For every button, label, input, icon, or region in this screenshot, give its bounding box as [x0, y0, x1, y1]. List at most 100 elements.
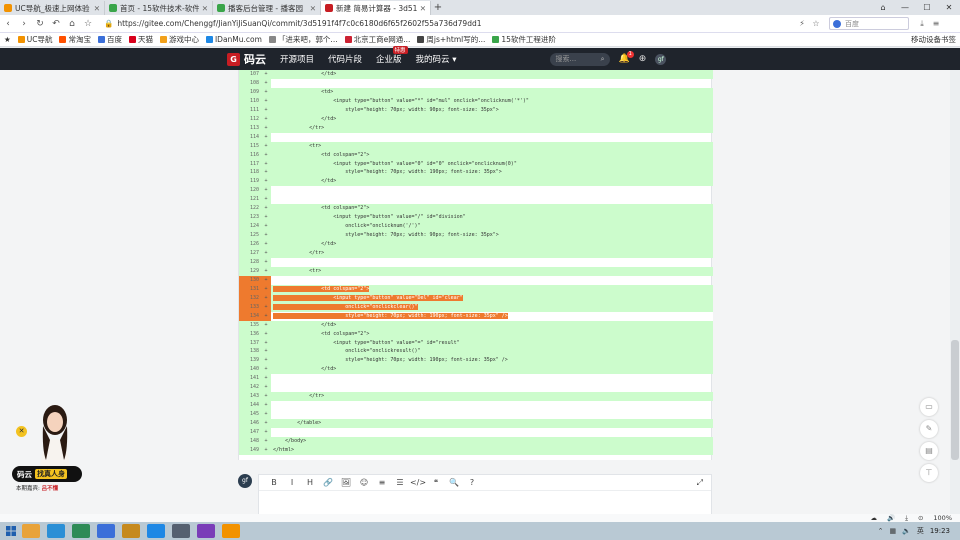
line-number[interactable]: 138	[239, 347, 261, 357]
line-number[interactable]: 122	[239, 204, 261, 214]
tray-volume-icon[interactable]: 🔈	[902, 527, 911, 535]
bell-icon[interactable]: 🔔 1	[619, 51, 634, 64]
clock[interactable]: 19:23	[930, 527, 950, 535]
link-icon[interactable]: 🔗	[319, 478, 337, 487]
line-number[interactable]: 120	[239, 186, 261, 196]
bookmark-item[interactable]: 15软件工程进阶	[492, 34, 556, 45]
line-number[interactable]: 136	[239, 329, 261, 339]
bookmark-item[interactable]: 「进来吧，郭个...	[268, 34, 338, 45]
line-number[interactable]: 118	[239, 168, 261, 178]
unordered-list-icon[interactable]: ≡	[373, 478, 391, 487]
line-number[interactable]: 117	[239, 159, 261, 169]
status-cloud-icon[interactable]: ☁	[870, 514, 877, 522]
windows-start-icon[interactable]	[0, 522, 22, 540]
italic-icon[interactable]: I	[283, 478, 301, 487]
close-icon[interactable]: ✕	[16, 426, 27, 437]
line-number[interactable]: 141	[239, 374, 261, 384]
line-number[interactable]: 121	[239, 195, 261, 205]
taskbar-app-folder-icon[interactable]	[22, 524, 40, 538]
taskbar-app-java-icon[interactable]	[122, 524, 140, 538]
star-icon[interactable]: ☆	[80, 19, 96, 29]
line-number[interactable]: 143	[239, 392, 261, 402]
download-icon[interactable]: ⤓	[915, 19, 929, 29]
edit-icon[interactable]: ✎	[920, 420, 938, 438]
browser-tab[interactable]: 播客后台管理 - 播客园 ✕	[213, 1, 321, 15]
line-number[interactable]: 142	[239, 383, 261, 393]
line-number[interactable]: 133	[239, 302, 261, 312]
code-icon[interactable]: </>	[409, 478, 427, 487]
taskbar-app-gear-icon[interactable]	[172, 524, 190, 538]
status-zoom-icon[interactable]: ⊙	[918, 514, 923, 522]
line-number[interactable]: 115	[239, 141, 261, 151]
tray-up-icon[interactable]: ⌃	[878, 527, 884, 535]
line-number[interactable]: 112	[239, 114, 261, 124]
gitee-logo[interactable]: G 码云	[227, 51, 266, 67]
gitee-search-input[interactable]: 搜索... ⌕	[549, 52, 610, 66]
ad-banner[interactable]: 码云 找真人身	[12, 466, 82, 482]
bookmark-star-icon[interactable]: ☆	[809, 19, 823, 28]
close-window-button[interactable]: ✕	[938, 0, 960, 15]
image-icon[interactable]: 🖼	[337, 478, 355, 487]
search-icon[interactable]: 🔍	[445, 478, 463, 487]
scrollbar-thumb[interactable]	[951, 340, 959, 460]
line-number[interactable]: 108	[239, 78, 261, 88]
nav-my-gitee[interactable]: 我的码云 ▾	[416, 53, 457, 65]
line-number[interactable]: 124	[239, 222, 261, 232]
line-number[interactable]: 114	[239, 132, 261, 142]
line-number[interactable]: 107	[239, 70, 261, 79]
browser-tab[interactable]: UC导航_极速上网体验 ✕	[0, 1, 105, 15]
line-number[interactable]: 110	[239, 96, 261, 106]
line-number[interactable]: 147	[239, 428, 261, 437]
bookmark-item[interactable]: UC导航	[17, 34, 52, 45]
line-number[interactable]: 137	[239, 338, 261, 348]
bolt-icon[interactable]: ⚡	[795, 19, 809, 28]
minimize-button[interactable]: —	[894, 0, 916, 15]
tray-network-icon[interactable]: ▦	[889, 527, 896, 535]
taskbar-app-browser-icon[interactable]	[147, 524, 165, 538]
line-number[interactable]: 111	[239, 105, 261, 115]
bold-icon[interactable]: B	[265, 478, 283, 487]
bookmarks-star-icon[interactable]: ★	[4, 35, 11, 44]
expand-icon[interactable]: ⤢	[697, 478, 703, 488]
user-avatar[interactable]: gf	[655, 53, 667, 65]
line-number[interactable]: 125	[239, 231, 261, 241]
feedback-icon[interactable]: ▭	[920, 398, 938, 416]
bookmark-item[interactable]: IDanMu.com	[205, 34, 262, 45]
menu-icon[interactable]: ≡	[929, 19, 943, 28]
line-number[interactable]: 130	[239, 275, 261, 285]
bookmark-item[interactable]: 天猫	[128, 34, 153, 45]
reload-icon[interactable]: ↻	[32, 19, 48, 29]
line-number[interactable]: 113	[239, 123, 261, 133]
line-number[interactable]: 128	[239, 257, 261, 267]
undo-close-icon[interactable]: ↶	[48, 19, 64, 29]
line-number[interactable]: 146	[239, 419, 261, 428]
comment-editor[interactable]: B I H 🔗 🖼 ☺ ≡ ☰ </> ❝ 🔍? ⤢	[258, 474, 712, 515]
back-icon[interactable]: ‹	[0, 19, 16, 29]
heading-icon[interactable]: H	[301, 478, 319, 487]
help-icon[interactable]: ?	[463, 478, 481, 487]
emoji-icon[interactable]: ☺	[355, 478, 373, 487]
line-number[interactable]: 134	[239, 311, 261, 321]
line-number[interactable]: 126	[239, 240, 261, 249]
ad-portrait-image[interactable]	[32, 400, 78, 470]
forward-icon[interactable]: ›	[16, 19, 32, 29]
bookmark-item[interactable]: 常淘宝	[59, 34, 91, 45]
taskbar-app-network-icon[interactable]	[47, 524, 65, 538]
bookmark-item[interactable]: 周js+html写的...	[417, 34, 485, 45]
line-number[interactable]: 116	[239, 150, 261, 160]
back-to-top-icon[interactable]: ⊤	[920, 464, 938, 482]
line-number[interactable]: 140	[239, 365, 261, 375]
card-icon[interactable]: ▤	[920, 442, 938, 460]
taskbar-app-uc-icon[interactable]	[222, 524, 240, 538]
tray-input-icon[interactable]: 英	[917, 526, 924, 536]
line-number[interactable]: 148	[239, 436, 261, 446]
line-number[interactable]: 109	[239, 87, 261, 97]
line-number[interactable]: 127	[239, 249, 261, 258]
nav-open-source[interactable]: 开源项目	[280, 53, 314, 65]
zoom-level[interactable]: 100%	[933, 514, 952, 522]
nav-snippets[interactable]: 代码片段	[328, 53, 362, 65]
bookmark-item[interactable]: 北京工商e网通...	[344, 34, 410, 45]
maximize-button[interactable]: ☐	[916, 0, 938, 15]
browser-tab[interactable]: 新建 简易计算器 - 3d51 ✕	[321, 1, 431, 15]
line-number[interactable]: 139	[239, 356, 261, 366]
